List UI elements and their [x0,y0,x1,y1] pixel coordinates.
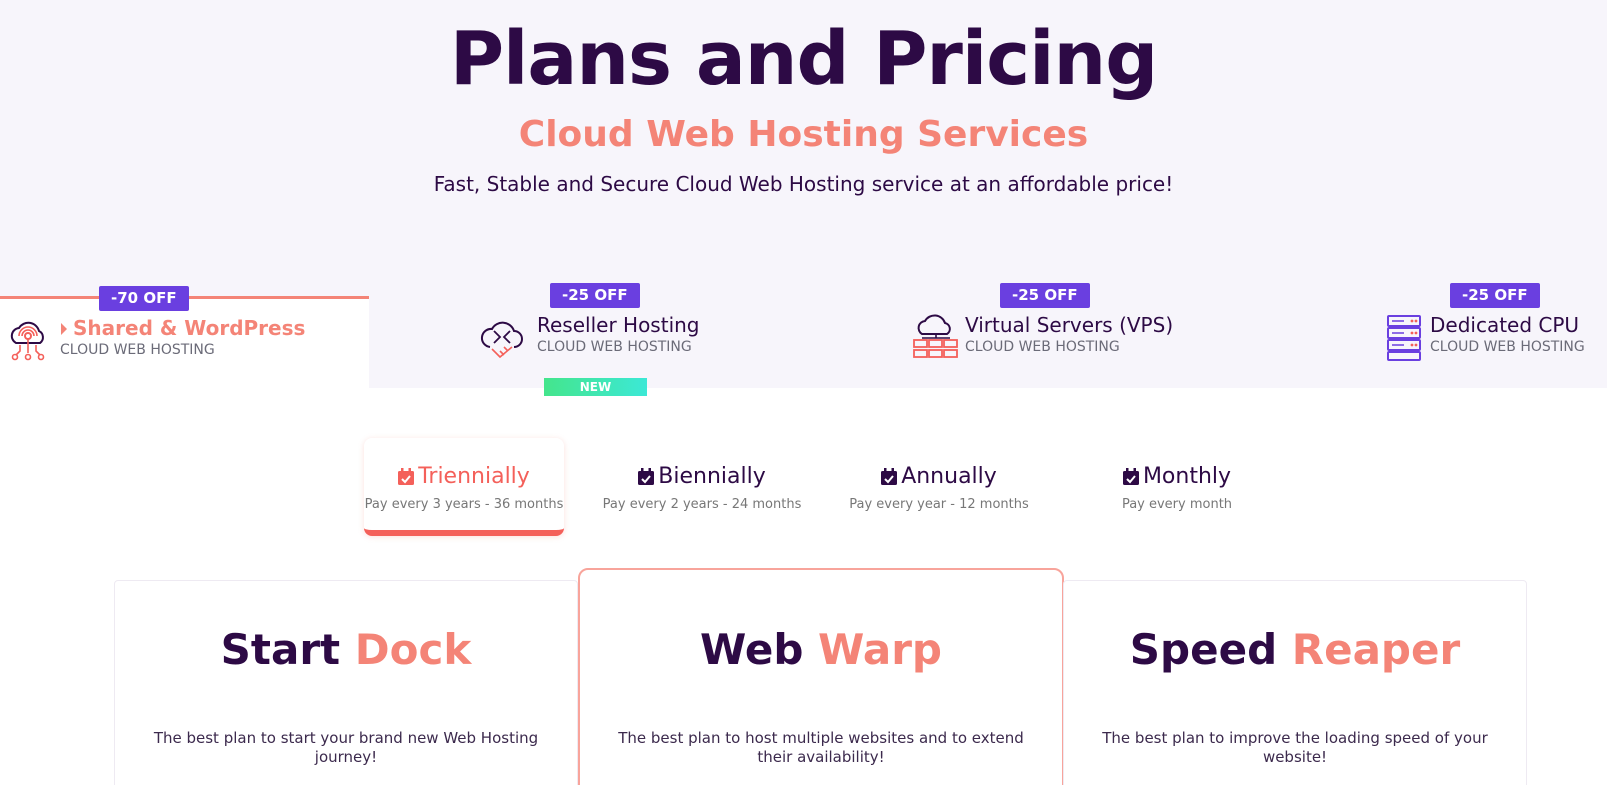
service-name: Reseller Hosting [537,313,700,337]
plan-card-web-warp[interactable]: Web Warp The best plan to host multiple … [578,568,1064,785]
period-tab-biennially[interactable]: Biennially Pay every 2 years - 24 months [602,438,802,536]
page-subtitle: Cloud Web Hosting Services [518,114,1089,155]
period-description: Pay every month [1121,497,1233,512]
plan-name-accent: Reaper [1291,625,1461,674]
period-description: Pay every year - 12 months [849,497,1029,512]
calendar-check-icon [881,468,898,485]
period-label: Monthly [1142,464,1232,489]
service-tab-reseller-hosting[interactable]: -25 OFF Reseller Hosting CLOUD WEB HOSTI… [470,283,740,388]
plan-description: The best plan to start your brand new We… [153,729,539,766]
period-description: Pay every 3 years - 36 months [364,497,564,512]
hero-section: Plans and Pricing Cloud Web Hosting Serv… [0,0,1607,388]
service-name: Dedicated CPU [1430,313,1580,337]
period-label: Biennially [658,464,766,489]
plan-name: Web Warp [580,625,1062,674]
plan-name-main: Web [700,625,804,674]
service-type: CLOUD WEB HOSTING [1430,339,1585,355]
plan-name-accent: Warp [818,625,942,674]
period-label: Triennially [418,464,530,489]
service-type: CLOUD WEB HOSTING [965,339,1120,355]
plan-card-speed-reaper[interactable]: Speed Reaper The best plan to improve th… [1063,580,1527,785]
plan-name: Start Dock [115,625,577,674]
plan-description: The best plan to host multiple websites … [618,729,1024,766]
plan-name-accent: Dock [354,625,472,674]
cloud-servers-icon [913,314,958,358]
service-tab-virtual-servers[interactable]: -25 OFF Virtual Servers (VPS) CLOUD WEB … [910,283,1210,388]
discount-badge: -25 OFF [1450,283,1540,308]
page-description: Fast, Stable and Secure Cloud Web Hostin… [433,172,1174,196]
service-type: CLOUD WEB HOSTING [60,342,215,358]
plan-name: Speed Reaper [1064,625,1526,674]
service-name: Shared & WordPress [73,316,306,340]
discount-badge: -25 OFF [1000,283,1090,308]
plan-name-main: Speed [1129,625,1278,674]
new-badge: NEW [544,378,647,396]
period-description: Pay every 2 years - 24 months [602,497,802,512]
caret-right-icon [61,323,67,335]
plan-name-main: Start [220,625,341,674]
plan-card-start-dock[interactable]: Start Dock The best plan to start your b… [114,580,578,785]
service-tab-dedicated-cpu[interactable]: -25 OFF Dedicated CPU CLOUD WEB HOSTING [1380,283,1607,388]
discount-badge: -70 OFF [99,286,189,311]
period-tab-annually[interactable]: Annually Pay every year - 12 months [839,438,1039,536]
calendar-check-icon [1122,468,1139,485]
page-title: Plans and Pricing [449,16,1158,102]
calendar-check-icon [398,468,415,485]
discount-badge: -25 OFF [550,283,640,308]
server-rack-icon [1387,315,1421,361]
cloud-network-icon [10,321,45,361]
period-tab-monthly[interactable]: Monthly Pay every month [1077,438,1277,536]
calendar-check-icon [638,468,655,485]
plan-description: The best plan to improve the loading spe… [1102,729,1488,766]
service-type: CLOUD WEB HOSTING [537,339,692,355]
service-tab-shared-wordpress[interactable]: -70 OFF Shared & WordPress CLOUD WEB HOS… [0,286,369,388]
cloud-handshake-icon [481,321,523,359]
period-tab-triennially[interactable]: Triennially Pay every 3 years - 36 month… [364,438,564,536]
period-label: Annually [901,464,997,489]
service-name: Virtual Servers (VPS) [965,313,1174,337]
